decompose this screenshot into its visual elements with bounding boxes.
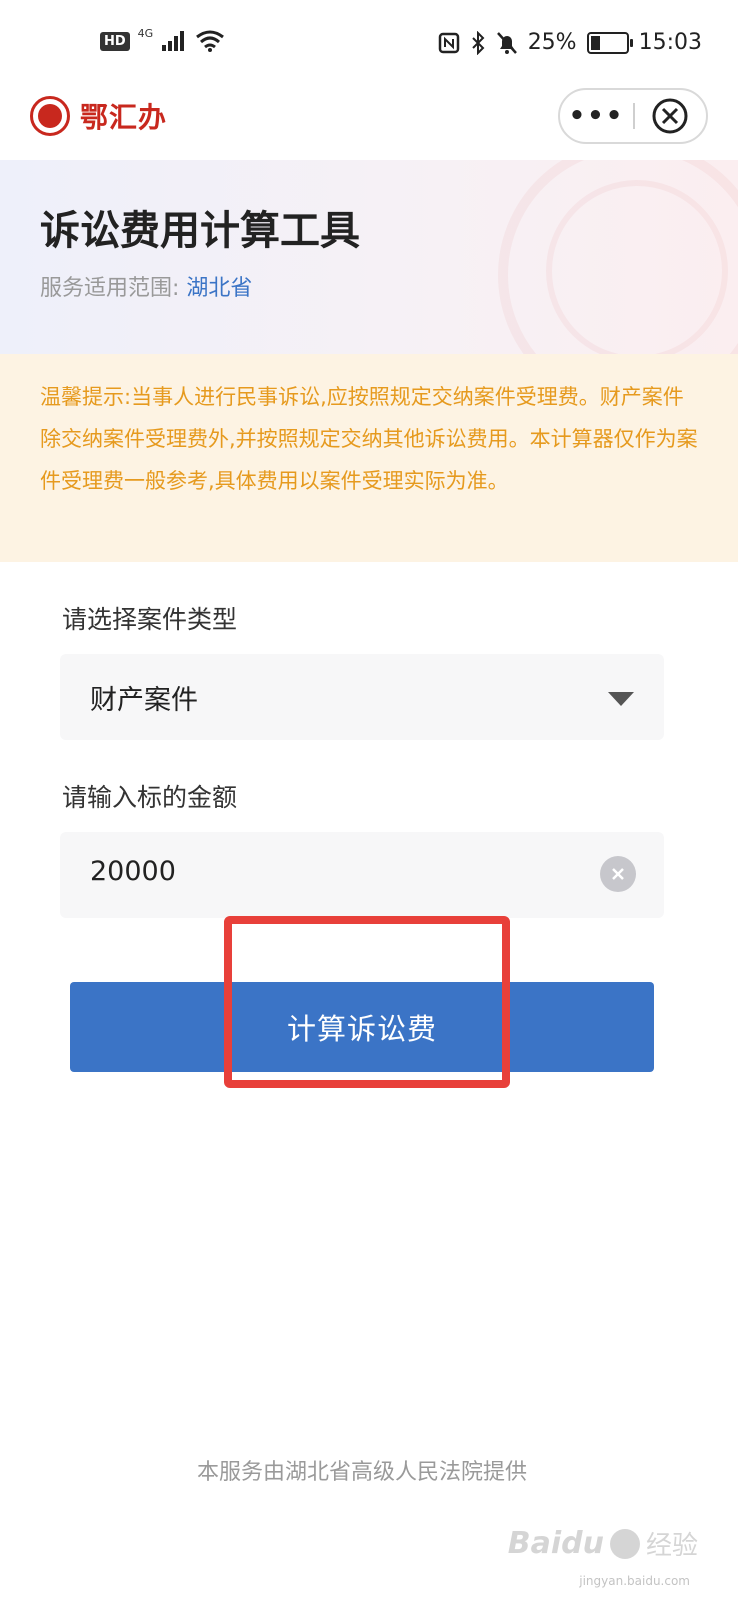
highlight-annotation-box <box>224 916 510 1088</box>
app-header: 鄂汇办 ••• <box>0 88 738 160</box>
case-type-value: 财产案件 <box>90 685 198 716</box>
clear-input-button[interactable] <box>600 856 636 892</box>
scope-label: 服务适用范围: <box>40 276 180 301</box>
baidu-paw-icon <box>609 1528 640 1559</box>
page-hero: 诉讼费用计算工具 服务适用范围: 湖北省 <box>0 160 738 354</box>
hd-badge: HD <box>100 31 130 51</box>
baidu-watermark: Baidu 经验 <box>508 1525 698 1562</box>
network-type: 4G <box>137 26 154 40</box>
battery-icon <box>586 31 633 54</box>
notice-banner: 温馨提示:当事人进行民事诉讼,应按照规定交纳案件受理费。财产案件除交纳案件受理费… <box>0 354 738 562</box>
battery-percent: 25% <box>527 30 577 55</box>
amount-label: 请输入标的金额 <box>62 783 238 812</box>
brand-name: 鄂汇办 <box>80 101 168 134</box>
more-button[interactable]: ••• <box>560 101 633 131</box>
court-emblem-watermark-inner <box>546 180 728 354</box>
nfc-icon <box>438 32 459 53</box>
status-left: HD 4G <box>100 26 225 52</box>
service-scope: 服务适用范围: 湖北省 <box>40 270 252 302</box>
page-title: 诉讼费用计算工具 <box>40 208 360 254</box>
screen: HD 4G 25% 15:03 鄂汇办 ••• 诉讼费用计算工具 服务适用范围:… <box>0 0 738 1600</box>
bluetooth-icon <box>471 30 485 55</box>
close-button[interactable] <box>635 96 706 136</box>
amount-input[interactable]: 20000 <box>60 832 664 918</box>
mute-bell-icon <box>496 31 517 54</box>
clear-icon <box>612 868 624 880</box>
status-right: 25% 15:03 <box>438 30 702 55</box>
emblem-icon <box>30 96 70 136</box>
wifi-icon <box>196 30 225 52</box>
signal-icon <box>162 31 185 51</box>
scope-value: 湖北省 <box>186 276 253 301</box>
clock: 15:03 <box>638 30 702 55</box>
watermark-cn: 经验 <box>645 1531 698 1561</box>
watermark-url: jingyan.baidu.com <box>579 1574 690 1588</box>
footer-provider: 本服务由湖北省高级人民法院提供 <box>196 1460 527 1485</box>
close-circle-icon <box>652 98 688 134</box>
case-type-select[interactable]: 财产案件 <box>60 654 664 740</box>
notice-text: 温馨提示:当事人进行民事诉讼,应按照规定交纳案件受理费。财产案件除交纳案件受理费… <box>40 385 698 493</box>
app-logo: 鄂汇办 <box>30 96 167 136</box>
dropdown-caret-icon <box>608 692 634 706</box>
status-bar: HD 4G 25% 15:03 <box>0 0 738 88</box>
battery-level <box>590 35 600 50</box>
capsule-menu: ••• <box>558 88 708 144</box>
case-type-label: 请选择案件类型 <box>62 605 238 634</box>
amount-value: 20000 <box>90 856 176 887</box>
watermark-brand: Baidu <box>507 1526 604 1561</box>
